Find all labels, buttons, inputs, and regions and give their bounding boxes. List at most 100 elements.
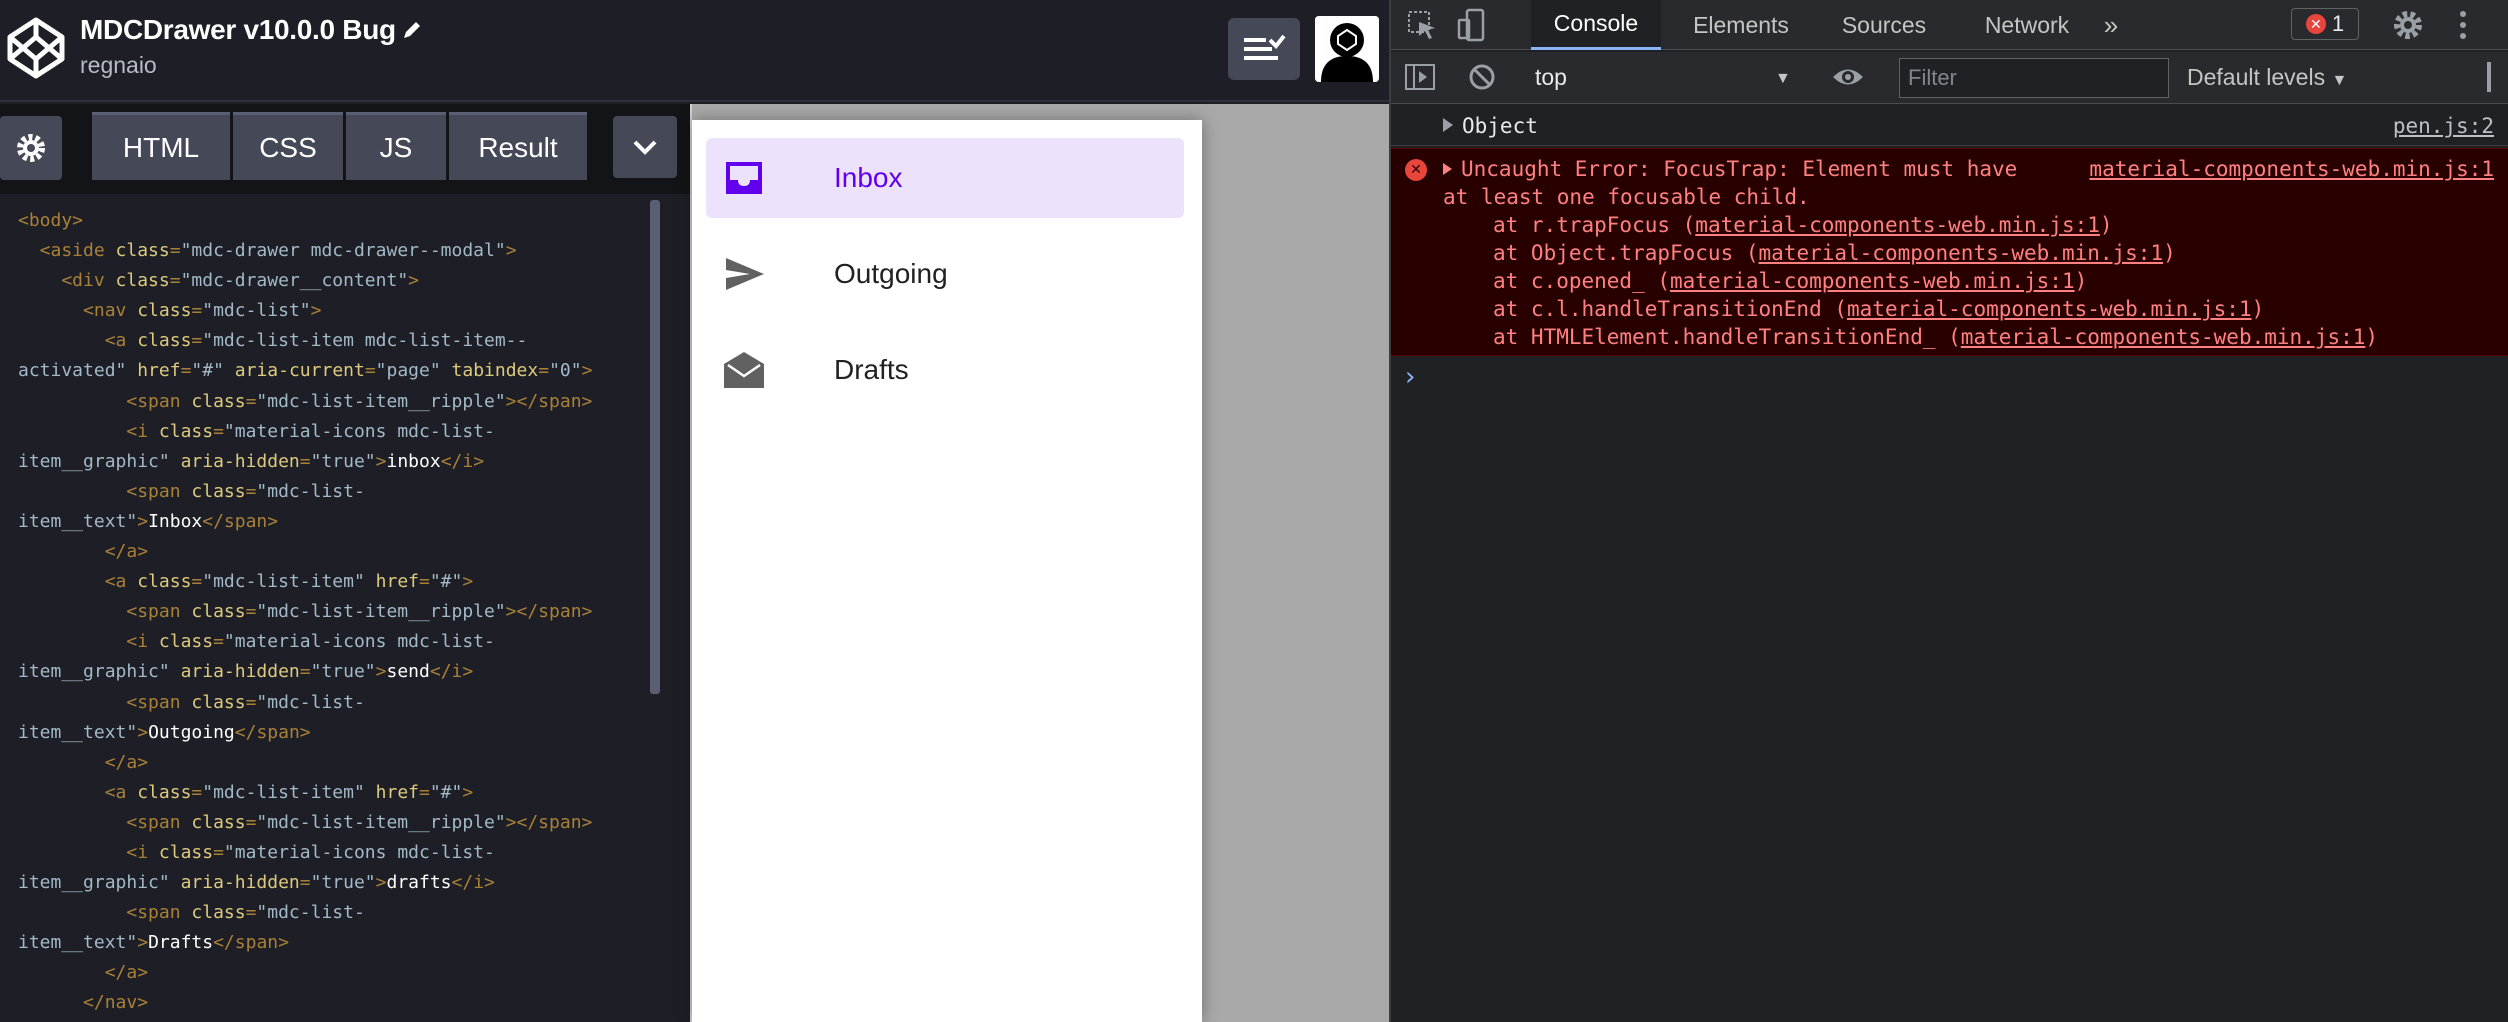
code-line[interactable]: <i class="material-icons mdc-list-: [18, 417, 592, 447]
tab-console[interactable]: Console: [1531, 0, 1661, 50]
code-line[interactable]: item__text">Inbox</span>: [18, 507, 592, 537]
code-line[interactable]: <nav class="mdc-list">: [18, 296, 592, 326]
javascript-context-select[interactable]: top ▼: [1535, 64, 1795, 92]
change-view-button[interactable]: [1228, 18, 1300, 80]
error-message-line2: at least one focusable child.: [1443, 185, 1810, 209]
code-line[interactable]: </a>: [18, 537, 592, 567]
code-token: activated": [18, 360, 138, 382]
stack-frame-link[interactable]: material-components-web.min.js:1: [1695, 213, 2100, 237]
codepen-pane: MDCDrawer v10.0.0 Bug regnaio HTML CSS J…: [0, 0, 1389, 1022]
collapse-editors-button[interactable]: [613, 116, 677, 178]
code-line[interactable]: item__graphic" aria-hidden="true">drafts…: [18, 868, 592, 898]
source-link[interactable]: pen.js:2: [2393, 114, 2494, 138]
tab-css[interactable]: CSS: [233, 112, 343, 180]
code-line[interactable]: </a>: [18, 748, 592, 778]
code-token: <i: [18, 841, 159, 863]
code-token: class: [137, 571, 192, 593]
code-line[interactable]: <div class="mdc-drawer__content">: [18, 266, 592, 296]
layout-icon: [1244, 34, 1286, 60]
code-line[interactable]: item__text">Outgoing</span>: [18, 718, 592, 748]
error-count-badge[interactable]: ✕ 1: [2291, 8, 2359, 40]
code-line[interactable]: <a class="mdc-list-item" href="#">: [18, 778, 592, 808]
device-toolbar-icon[interactable]: [1455, 8, 1489, 42]
drawer-item-inbox[interactable]: Inbox: [706, 138, 1184, 218]
toolbar-overflow-icon[interactable]: [2487, 62, 2491, 92]
settings-gear-icon[interactable]: [2391, 8, 2425, 42]
clear-console-icon[interactable]: [1467, 62, 1497, 92]
console-filter-input[interactable]: [1899, 58, 2169, 98]
editor-settings-button[interactable]: [0, 116, 62, 180]
code-token: </i>: [429, 661, 474, 683]
dropdown-arrow-icon: ▼: [2331, 72, 2348, 89]
code-token: >: [137, 510, 149, 532]
stack-frame: at c.opened_ (material-components-web.mi…: [1493, 269, 2087, 293]
pen-author[interactable]: regnaio: [80, 52, 157, 79]
expand-triangle-icon[interactable]: [1443, 118, 1453, 132]
user-avatar[interactable]: [1315, 16, 1379, 82]
more-options-icon[interactable]: [2451, 8, 2475, 42]
code-token: ></span>: [505, 601, 593, 623]
pen-title[interactable]: MDCDrawer v10.0.0 Bug: [80, 14, 396, 46]
stack-frame: at HTMLElement.handleTransitionEnd_ (mat…: [1493, 325, 2378, 349]
stack-frame-function: at c.opened_ (: [1493, 269, 1671, 293]
code-token: =: [245, 902, 257, 924]
log-levels-dropdown[interactable]: Default levels ▼: [2187, 64, 2347, 91]
code-token: inbox: [386, 450, 441, 472]
drawer-item-outgoing[interactable]: Outgoing: [706, 234, 1184, 314]
code-line[interactable]: <span class="mdc-list-item__ripple"></sp…: [18, 808, 592, 838]
code-token: item__text": [18, 932, 138, 954]
code-token: class: [115, 240, 170, 262]
error-source-link[interactable]: material-components-web.min.js:1: [2089, 157, 2494, 181]
stack-frame-link[interactable]: material-components-web.min.js:1: [1759, 241, 2164, 265]
stack-frame-link[interactable]: material-components-web.min.js:1: [1961, 325, 2366, 349]
code-token: href: [137, 360, 181, 382]
code-line[interactable]: </a>: [18, 958, 592, 988]
tab-html[interactable]: HTML: [92, 112, 230, 180]
edit-pencil-icon[interactable]: [400, 18, 424, 42]
expand-triangle-icon[interactable]: [1443, 163, 1452, 175]
code-token: >: [375, 661, 387, 683]
code-line[interactable]: item__text">Drafts</span>: [18, 928, 592, 958]
codepen-logo-icon[interactable]: [4, 14, 68, 82]
show-sidebar-icon[interactable]: [1405, 64, 1435, 90]
live-expression-eye-icon[interactable]: [1831, 62, 1865, 92]
object-label[interactable]: Object: [1462, 114, 1538, 138]
code-content[interactable]: <body> <aside class="mdc-drawer mdc-draw…: [18, 206, 592, 1019]
tab-result[interactable]: Result: [449, 112, 587, 180]
code-line[interactable]: <span class="mdc-list-: [18, 688, 592, 718]
code-token: "mdc-list-item__ripple": [256, 601, 506, 623]
code-token: tabindex: [451, 360, 539, 382]
code-line[interactable]: activated" href="#" aria-current="page" …: [18, 356, 592, 386]
tab-js[interactable]: JS: [346, 112, 446, 180]
inspect-element-icon[interactable]: [1405, 8, 1439, 42]
code-line[interactable]: </nav>: [18, 988, 592, 1018]
code-line[interactable]: <a class="mdc-list-item mdc-list-item--: [18, 326, 592, 356]
code-token: </nav>: [18, 992, 149, 1014]
code-line[interactable]: <body>: [18, 206, 592, 236]
code-line[interactable]: <a class="mdc-list-item" href="#">: [18, 567, 592, 597]
editor-scrollbar[interactable]: [650, 200, 660, 694]
code-line[interactable]: <span class="mdc-list-item__ripple"></sp…: [18, 387, 592, 417]
stack-frame-end: ): [2163, 241, 2176, 265]
tab-sources[interactable]: Sources: [1819, 0, 1949, 50]
code-line[interactable]: item__graphic" aria-hidden="true">send</…: [18, 657, 592, 687]
code-token: >: [581, 360, 593, 382]
error-icon: ✕: [1405, 159, 1427, 181]
tab-network[interactable]: Network: [1957, 0, 2097, 50]
code-token: =: [213, 420, 224, 442]
code-line[interactable]: <span class="mdc-list-item__ripple"></sp…: [18, 597, 592, 627]
tab-elements[interactable]: Elements: [1671, 0, 1811, 50]
drawer-item-drafts[interactable]: Drafts: [706, 330, 1184, 410]
more-tabs-button[interactable]: »: [2091, 0, 2131, 50]
code-line[interactable]: <span class="mdc-list-: [18, 898, 592, 928]
code-line[interactable]: <i class="material-icons mdc-list-: [18, 627, 592, 657]
stack-frame-link[interactable]: material-components-web.min.js:1: [1670, 269, 2075, 293]
code-line[interactable]: <aside class="mdc-drawer mdc-drawer--mod…: [18, 236, 592, 266]
console-prompt[interactable]: ›: [1391, 360, 2508, 396]
code-line[interactable]: <i class="material-icons mdc-list-: [18, 838, 592, 868]
code-line[interactable]: item__graphic" aria-hidden="true">inbox<…: [18, 447, 592, 477]
code-token: Inbox: [148, 510, 203, 532]
stack-frame-link[interactable]: material-components-web.min.js:1: [1847, 297, 2252, 321]
html-editor[interactable]: <body> <aside class="mdc-drawer mdc-draw…: [0, 196, 690, 1022]
code-line[interactable]: <span class="mdc-list-: [18, 477, 592, 507]
